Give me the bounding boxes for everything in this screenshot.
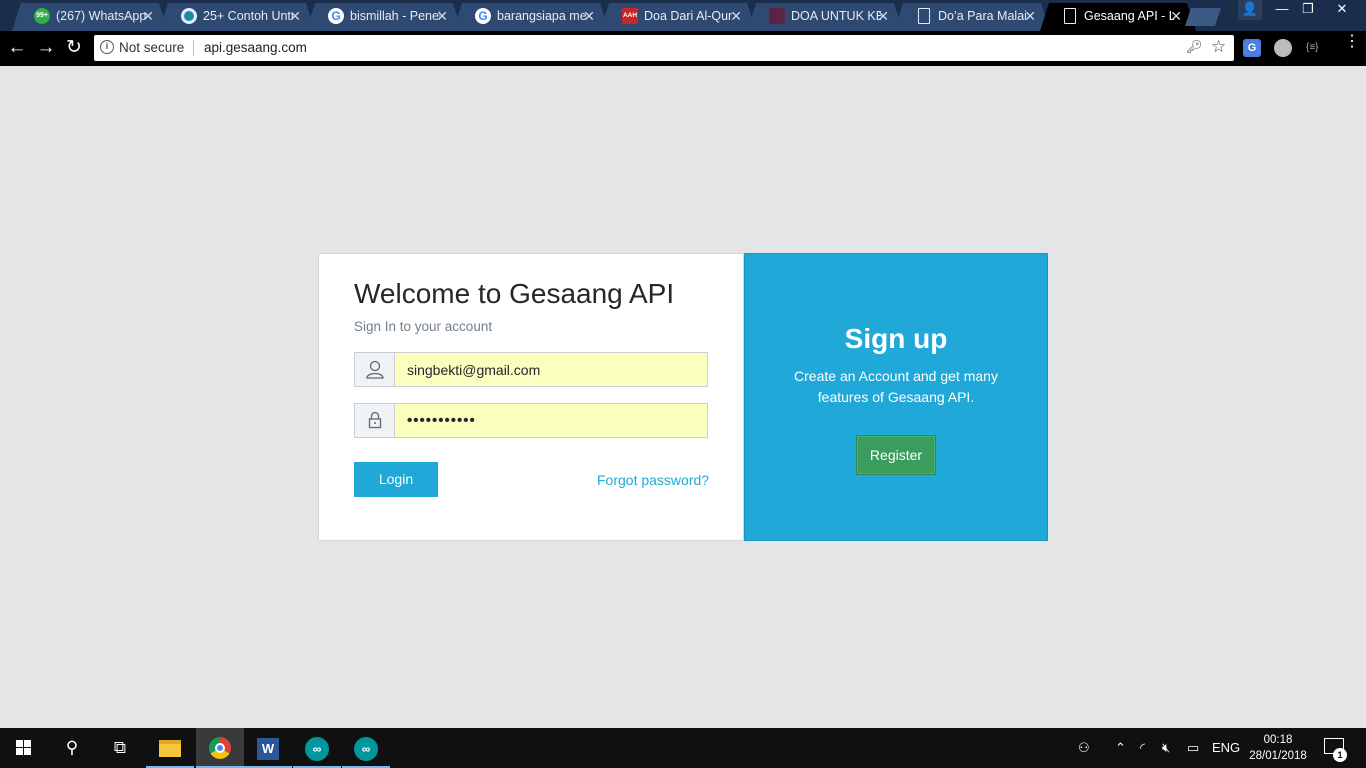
chevron-up-icon[interactable]: ⌃ bbox=[1115, 728, 1126, 768]
forgot-password-link[interactable]: Forgot password? bbox=[597, 472, 709, 488]
close-tab-icon[interactable]: ✕ bbox=[436, 8, 448, 25]
tab-bismillah[interactable]: G bismillah - Penel ✕ bbox=[306, 3, 462, 31]
clock-time: 00:18 bbox=[1263, 734, 1293, 746]
start-button[interactable] bbox=[0, 728, 48, 768]
tab-barangsiapa[interactable]: G barangsiapa me ✕ bbox=[453, 3, 609, 31]
close-tab-icon[interactable]: ✕ bbox=[142, 8, 154, 25]
clock[interactable]: 00:18 28/01/2018 bbox=[1240, 732, 1316, 764]
clock-date: 28/01/2018 bbox=[1249, 750, 1307, 762]
tab-title: 25+ Contoh Untuk bbox=[203, 9, 291, 23]
tab-doa-quran[interactable]: AAH Doa Dari Al-Qur ✕ bbox=[600, 3, 756, 31]
browser-tab-strip: 99+ (267) WhatsApp ✕ 25+ Contoh Untuk ✕ … bbox=[0, 0, 1366, 31]
password-input-group: ••••••••••• bbox=[354, 403, 708, 438]
search-icon[interactable]: ⚲ bbox=[48, 728, 96, 768]
close-window-button[interactable]: ✕ bbox=[1322, 0, 1362, 20]
json-extension-icon[interactable]: {≡} bbox=[1306, 39, 1324, 57]
signup-title: Sign up bbox=[844, 323, 948, 354]
key-icon[interactable]: 🔑︎ bbox=[1186, 39, 1203, 55]
menu-icon[interactable]: ⋮ bbox=[1344, 34, 1360, 57]
battery-icon[interactable]: ▭ bbox=[1187, 728, 1199, 768]
forward-icon[interactable]: → bbox=[35, 37, 57, 59]
password-field[interactable]: ••••••••••• bbox=[394, 403, 708, 438]
tab-title: Gesaang API - L bbox=[1084, 9, 1174, 23]
task-view-icon[interactable]: ⧉ bbox=[96, 728, 144, 768]
login-title: Welcome to Gesaang API bbox=[354, 278, 675, 309]
close-tab-icon[interactable]: ✕ bbox=[583, 8, 595, 25]
tab-title: bismillah - Penel bbox=[350, 9, 440, 23]
tab-title: Doa Dari Al-Qur bbox=[644, 9, 733, 23]
google-icon: G bbox=[328, 8, 344, 24]
tab-doa-malaikat[interactable]: Do’a Para Malai ✕ bbox=[894, 3, 1050, 31]
login-card: Welcome to Gesaang API Sign In to your a… bbox=[318, 253, 744, 541]
reload-icon[interactable]: ↻ bbox=[63, 37, 85, 59]
site-icon bbox=[181, 8, 197, 24]
tab-title: Do’a Para Malai bbox=[938, 9, 1027, 23]
url-text[interactable]: api.gesaang.com bbox=[204, 40, 307, 55]
close-tab-icon[interactable]: ✕ bbox=[289, 8, 301, 25]
tab-title: DOA UNTUK KE bbox=[791, 9, 881, 23]
google-icon: G bbox=[475, 8, 491, 24]
tab-whatsapp[interactable]: 99+ (267) WhatsApp ✕ bbox=[12, 3, 168, 31]
translate-extension-icon[interactable]: G bbox=[1243, 39, 1261, 57]
close-tab-icon[interactable]: ✕ bbox=[730, 8, 742, 25]
wifi-icon[interactable]: ◜ bbox=[1140, 728, 1145, 768]
site-icon bbox=[769, 8, 785, 24]
browser-toolbar: ← → ↻ i Not secure api.gesaang.com 🔑︎ ☆ … bbox=[0, 31, 1366, 66]
info-icon[interactable]: i bbox=[100, 40, 114, 54]
signup-description: Create an Account and get many features … bbox=[794, 368, 998, 405]
tab-gesaang-api[interactable]: Gesaang API - L ✕ bbox=[1040, 3, 1196, 31]
aah-icon: AAH bbox=[622, 8, 638, 24]
page-icon bbox=[918, 8, 930, 24]
login-subtitle: Sign In to your account bbox=[354, 319, 493, 334]
language-indicator[interactable]: ENG bbox=[1212, 728, 1240, 768]
chrome-icon[interactable] bbox=[196, 728, 244, 768]
arduino-icon[interactable]: ∞ bbox=[342, 728, 390, 768]
whatsapp-icon: 99+ bbox=[34, 8, 50, 24]
file-explorer-icon[interactable] bbox=[146, 728, 194, 768]
register-button[interactable]: Register bbox=[857, 436, 935, 474]
cloud-extension-icon[interactable] bbox=[1274, 39, 1292, 57]
arduino-icon[interactable]: ∞ bbox=[293, 728, 341, 768]
new-tab-button[interactable] bbox=[1185, 8, 1221, 26]
tab-title: (267) WhatsApp bbox=[56, 9, 146, 23]
user-icon bbox=[354, 352, 395, 387]
email-input-group bbox=[354, 352, 708, 387]
email-field[interactable] bbox=[394, 352, 708, 387]
tab-contoh[interactable]: 25+ Contoh Untuk ✕ bbox=[159, 3, 315, 31]
word-icon[interactable]: W bbox=[244, 728, 292, 768]
windows-taskbar: ⚲ ⧉ W ∞ ∞ ⚇ ⌃ ◜ 🔇︎ ▭ ENG 00:18 28/01/201… bbox=[0, 728, 1366, 768]
close-tab-icon[interactable]: ✕ bbox=[877, 8, 889, 25]
security-label[interactable]: Not secure bbox=[119, 40, 184, 55]
signup-card: Sign up Create an Account and get many f… bbox=[744, 253, 1048, 541]
tab-title: barangsiapa me bbox=[497, 9, 587, 23]
login-button[interactable]: Login bbox=[354, 462, 438, 497]
people-icon[interactable]: ⚇ bbox=[1078, 728, 1090, 768]
address-bar[interactable]: i Not secure api.gesaang.com 🔑︎ ☆ bbox=[94, 35, 1234, 61]
notification-badge: 1 bbox=[1333, 748, 1347, 762]
profile-icon[interactable]: 👤 bbox=[1238, 0, 1262, 20]
close-tab-icon[interactable]: ✕ bbox=[1170, 8, 1182, 25]
volume-muted-icon[interactable]: 🔇︎ bbox=[1162, 728, 1170, 768]
divider bbox=[193, 40, 194, 56]
page-icon bbox=[1064, 8, 1076, 24]
tab-doa-untuk[interactable]: DOA UNTUK KE ✕ bbox=[747, 3, 903, 31]
bookmark-star-icon[interactable]: ☆ bbox=[1211, 37, 1226, 57]
back-icon[interactable]: ← bbox=[6, 37, 28, 59]
lock-icon bbox=[354, 403, 395, 438]
windows-logo-icon bbox=[16, 740, 32, 756]
restore-button[interactable]: ❐ bbox=[1292, 0, 1324, 20]
close-tab-icon[interactable]: ✕ bbox=[1024, 8, 1036, 25]
